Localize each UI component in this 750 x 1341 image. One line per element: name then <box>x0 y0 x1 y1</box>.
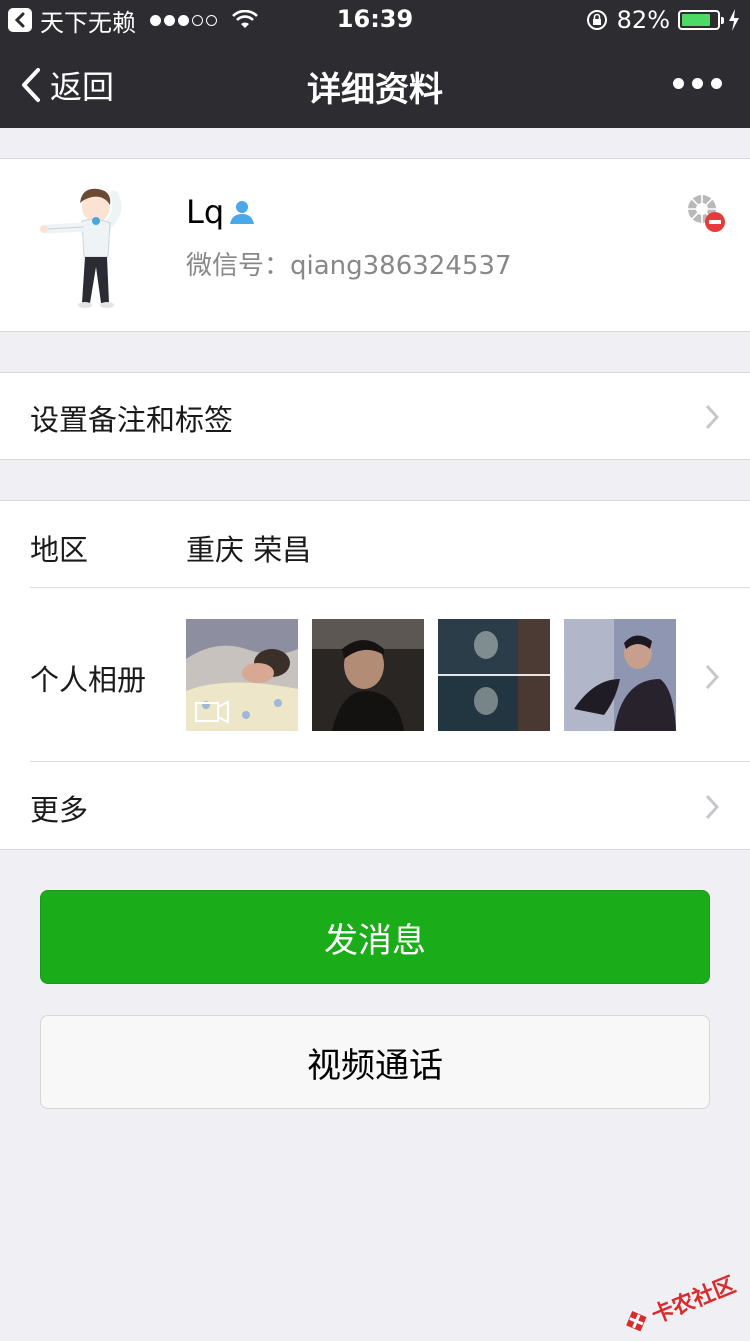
profile-card: Lq 微信号：qiang386324537 <box>0 158 750 332</box>
moments-blocked-icon <box>688 195 725 232</box>
battery-percent: 82% <box>616 6 670 34</box>
rotation-lock-icon <box>586 10 607 30</box>
contact-name: Lq <box>186 193 225 231</box>
album-thumbnails <box>186 619 676 731</box>
send-message-button[interactable]: 发消息 <box>40 890 710 984</box>
album-photo-3[interactable] <box>438 619 550 731</box>
contact-name-row: Lq <box>186 193 256 231</box>
info-section: 地区 重庆 荣昌 个人相册 更多 <box>0 500 750 850</box>
wechat-id: 微信号：qiang386324537 <box>186 251 512 281</box>
video-call-button[interactable]: 视频通话 <box>40 1015 710 1109</box>
navigation-bar: 返回 详细资料 <box>0 40 750 128</box>
watermark-text: 卡农社区 <box>647 1271 740 1329</box>
more-label: 更多 <box>30 793 89 827</box>
person-icon <box>230 201 255 224</box>
album-photo-2[interactable] <box>312 619 424 731</box>
album-photo-4[interactable] <box>564 619 676 731</box>
divider <box>30 761 750 762</box>
chevron-right-icon <box>705 794 720 820</box>
site-logo-icon <box>626 1311 647 1332</box>
personal-album-label: 个人相册 <box>30 663 147 697</box>
chevron-right-icon <box>705 664 720 690</box>
more-options-icon[interactable] <box>673 78 722 89</box>
avatar[interactable] <box>30 181 150 311</box>
charging-bolt-icon <box>729 9 739 31</box>
set-remark-tags-label: 设置备注和标签 <box>30 403 234 437</box>
album-photo-1[interactable] <box>186 619 298 731</box>
chevron-right-icon <box>705 404 720 430</box>
page-title: 详细资料 <box>307 70 443 110</box>
set-remark-tags-row[interactable]: 设置备注和标签 <box>0 372 750 460</box>
battery-icon <box>678 10 724 30</box>
status-bar: 天下无赖 16:39 82% <box>0 0 750 40</box>
region-label: 地区 <box>30 533 89 567</box>
top-bar: 天下无赖 16:39 82% 返回 详细资料 <box>0 0 750 128</box>
region-value: 重庆 荣昌 <box>186 533 312 567</box>
watermark: 卡农社区 <box>618 1267 739 1341</box>
divider <box>30 587 750 588</box>
